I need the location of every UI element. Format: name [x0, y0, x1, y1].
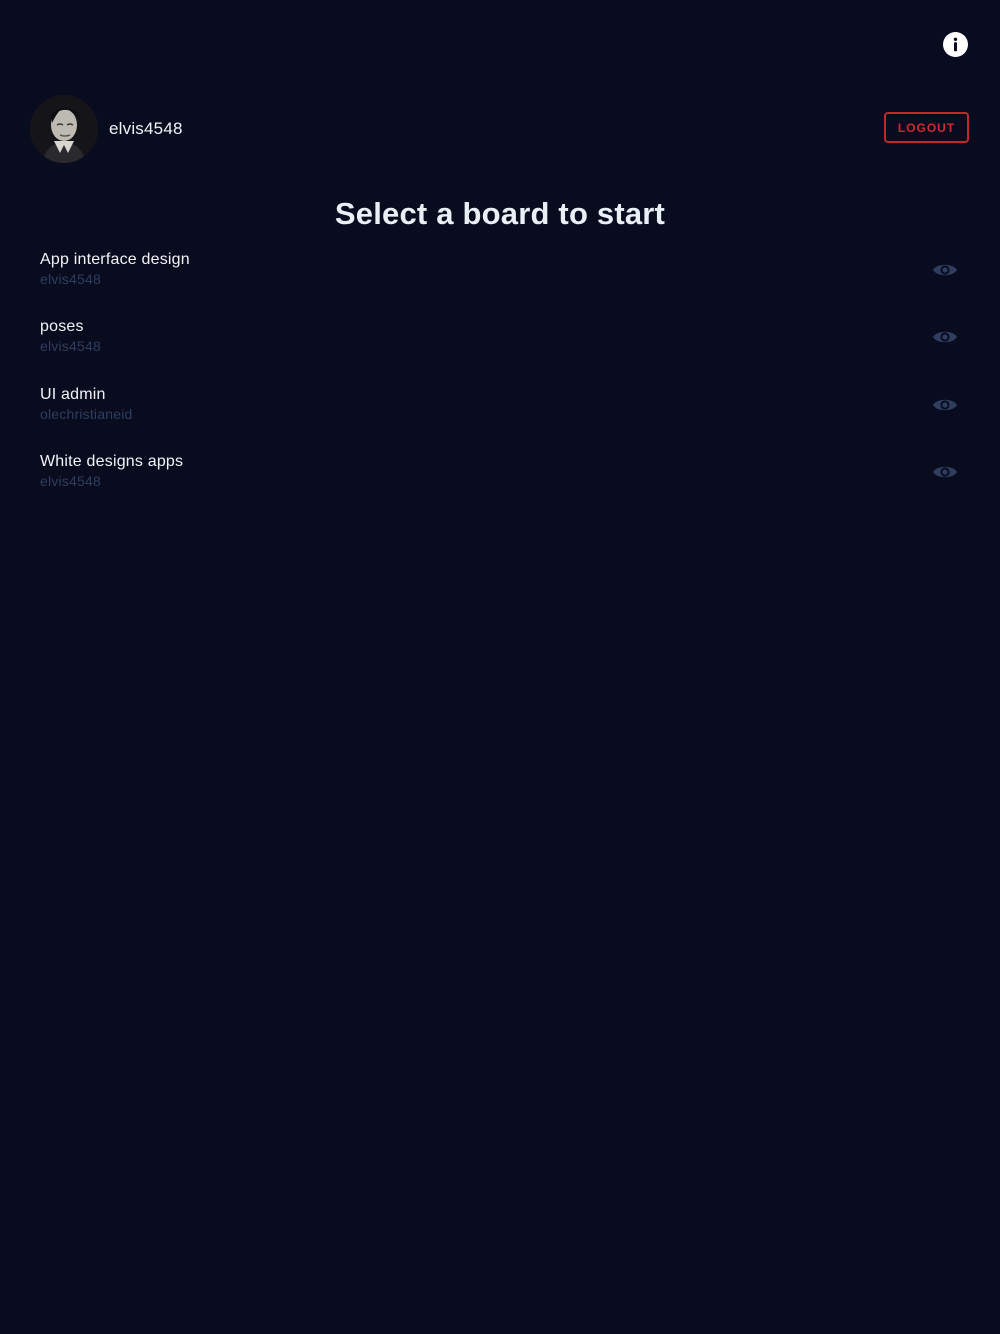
board-owner: elvis4548: [40, 338, 101, 355]
board-name: UI admin: [40, 385, 106, 403]
board-name: poses: [40, 318, 84, 336]
board-owner: elvis4548: [40, 472, 101, 489]
eye-icon[interactable]: [932, 328, 958, 346]
board-name: White designs apps: [40, 452, 184, 470]
board-owner: elvis4548: [40, 271, 101, 287]
board-item[interactable]: UI admin olechristianeid: [0, 385, 1000, 452]
eye-icon[interactable]: [932, 261, 958, 279]
eye-icon[interactable]: [932, 463, 958, 481]
board-item[interactable]: White designs apps elvis4548: [0, 452, 1000, 519]
username: elvis4548: [109, 119, 183, 138]
page-title: Select a board to start: [334, 196, 666, 231]
board-name: App interface design: [40, 251, 190, 268]
board-item[interactable]: App interface design elvis4548: [0, 250, 1000, 317]
board-owner: olechristianeid: [40, 405, 133, 422]
avatar[interactable]: [30, 95, 98, 163]
info-icon[interactable]: [943, 32, 968, 57]
logout-button[interactable]: LOGOUT: [884, 112, 969, 143]
board-item[interactable]: poses elvis4548: [0, 317, 1000, 384]
board-list: App interface design elvis4548 poses elv…: [0, 250, 1000, 519]
user-profile: elvis4548: [30, 95, 183, 163]
eye-icon[interactable]: [932, 396, 958, 414]
